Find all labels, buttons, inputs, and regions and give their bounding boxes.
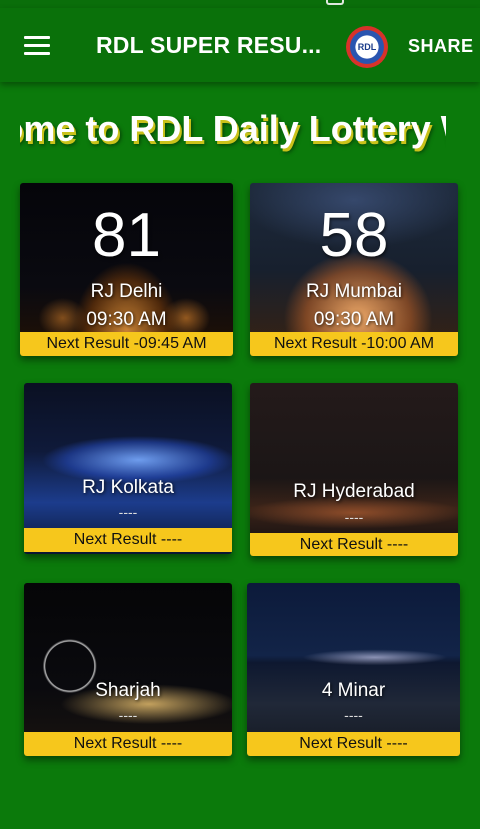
status-notch xyxy=(326,0,344,5)
city-name: RJ Mumbai xyxy=(305,281,403,302)
next-result-bar: Next Result -10:00 AM xyxy=(250,332,458,356)
hamburger-menu-icon[interactable] xyxy=(18,28,56,62)
next-result-bar: Next Result ---- xyxy=(24,528,232,552)
city-name: RJ Delhi xyxy=(90,281,163,302)
result-time: 09:30 AM xyxy=(86,309,167,330)
city-name: RJ Kolkata xyxy=(82,477,174,498)
sharjah-background-image xyxy=(24,583,232,756)
city-name: Sharjah xyxy=(95,680,161,701)
rdl-logo: RDL xyxy=(346,26,388,68)
result-card-sharjah[interactable]: Sharjah ---- Next Result ---- xyxy=(24,583,232,756)
next-result-bar: Next Result ---- xyxy=(247,732,460,756)
minar-background-image xyxy=(247,583,460,756)
result-number: 81 xyxy=(92,201,161,270)
result-card-rj-kolkata[interactable]: RJ Kolkata ---- Next Result ---- xyxy=(24,383,232,554)
city-name: 4 Minar xyxy=(321,680,386,701)
result-time: 09:30 AM xyxy=(313,309,395,330)
status-bar xyxy=(0,0,480,8)
hyderabad-background-image xyxy=(250,383,458,556)
result-placeholder: ---- xyxy=(118,707,138,723)
result-card-rj-delhi[interactable]: 81 RJ Delhi 09:30 AM Next Result -09:45 … xyxy=(20,183,233,356)
next-result-bar: Next Result -09:45 AM xyxy=(20,332,233,356)
logo-text: RDL xyxy=(357,42,377,52)
result-placeholder: ---- xyxy=(118,504,138,520)
result-placeholder: ---- xyxy=(344,509,364,525)
app-bar: RDL SUPER RESU... RDL SHARE xyxy=(0,8,480,82)
result-card-rj-hyderabad[interactable]: RJ Hyderabad ---- Next Result ---- xyxy=(250,383,458,556)
result-card-rj-mumbai[interactable]: 58 RJ Mumbai 09:30 AM Next Result -10:00… xyxy=(250,183,458,356)
app-title: RDL SUPER RESU... xyxy=(96,32,322,58)
result-card-4-minar[interactable]: 4 Minar ---- Next Result ---- xyxy=(247,583,460,756)
next-result-bar: Next Result ---- xyxy=(24,732,232,756)
result-placeholder: ---- xyxy=(344,707,363,723)
welcome-marquee: Welcome to RDL Daily Lottery World xyxy=(20,108,446,158)
next-result-bar: Next Result ---- xyxy=(250,533,458,556)
city-name: RJ Hyderabad xyxy=(293,481,415,502)
marquee-text: Welcome to RDL Daily Lottery World xyxy=(20,108,446,149)
result-number: 58 xyxy=(319,201,389,270)
share-button[interactable]: SHARE xyxy=(408,36,474,57)
